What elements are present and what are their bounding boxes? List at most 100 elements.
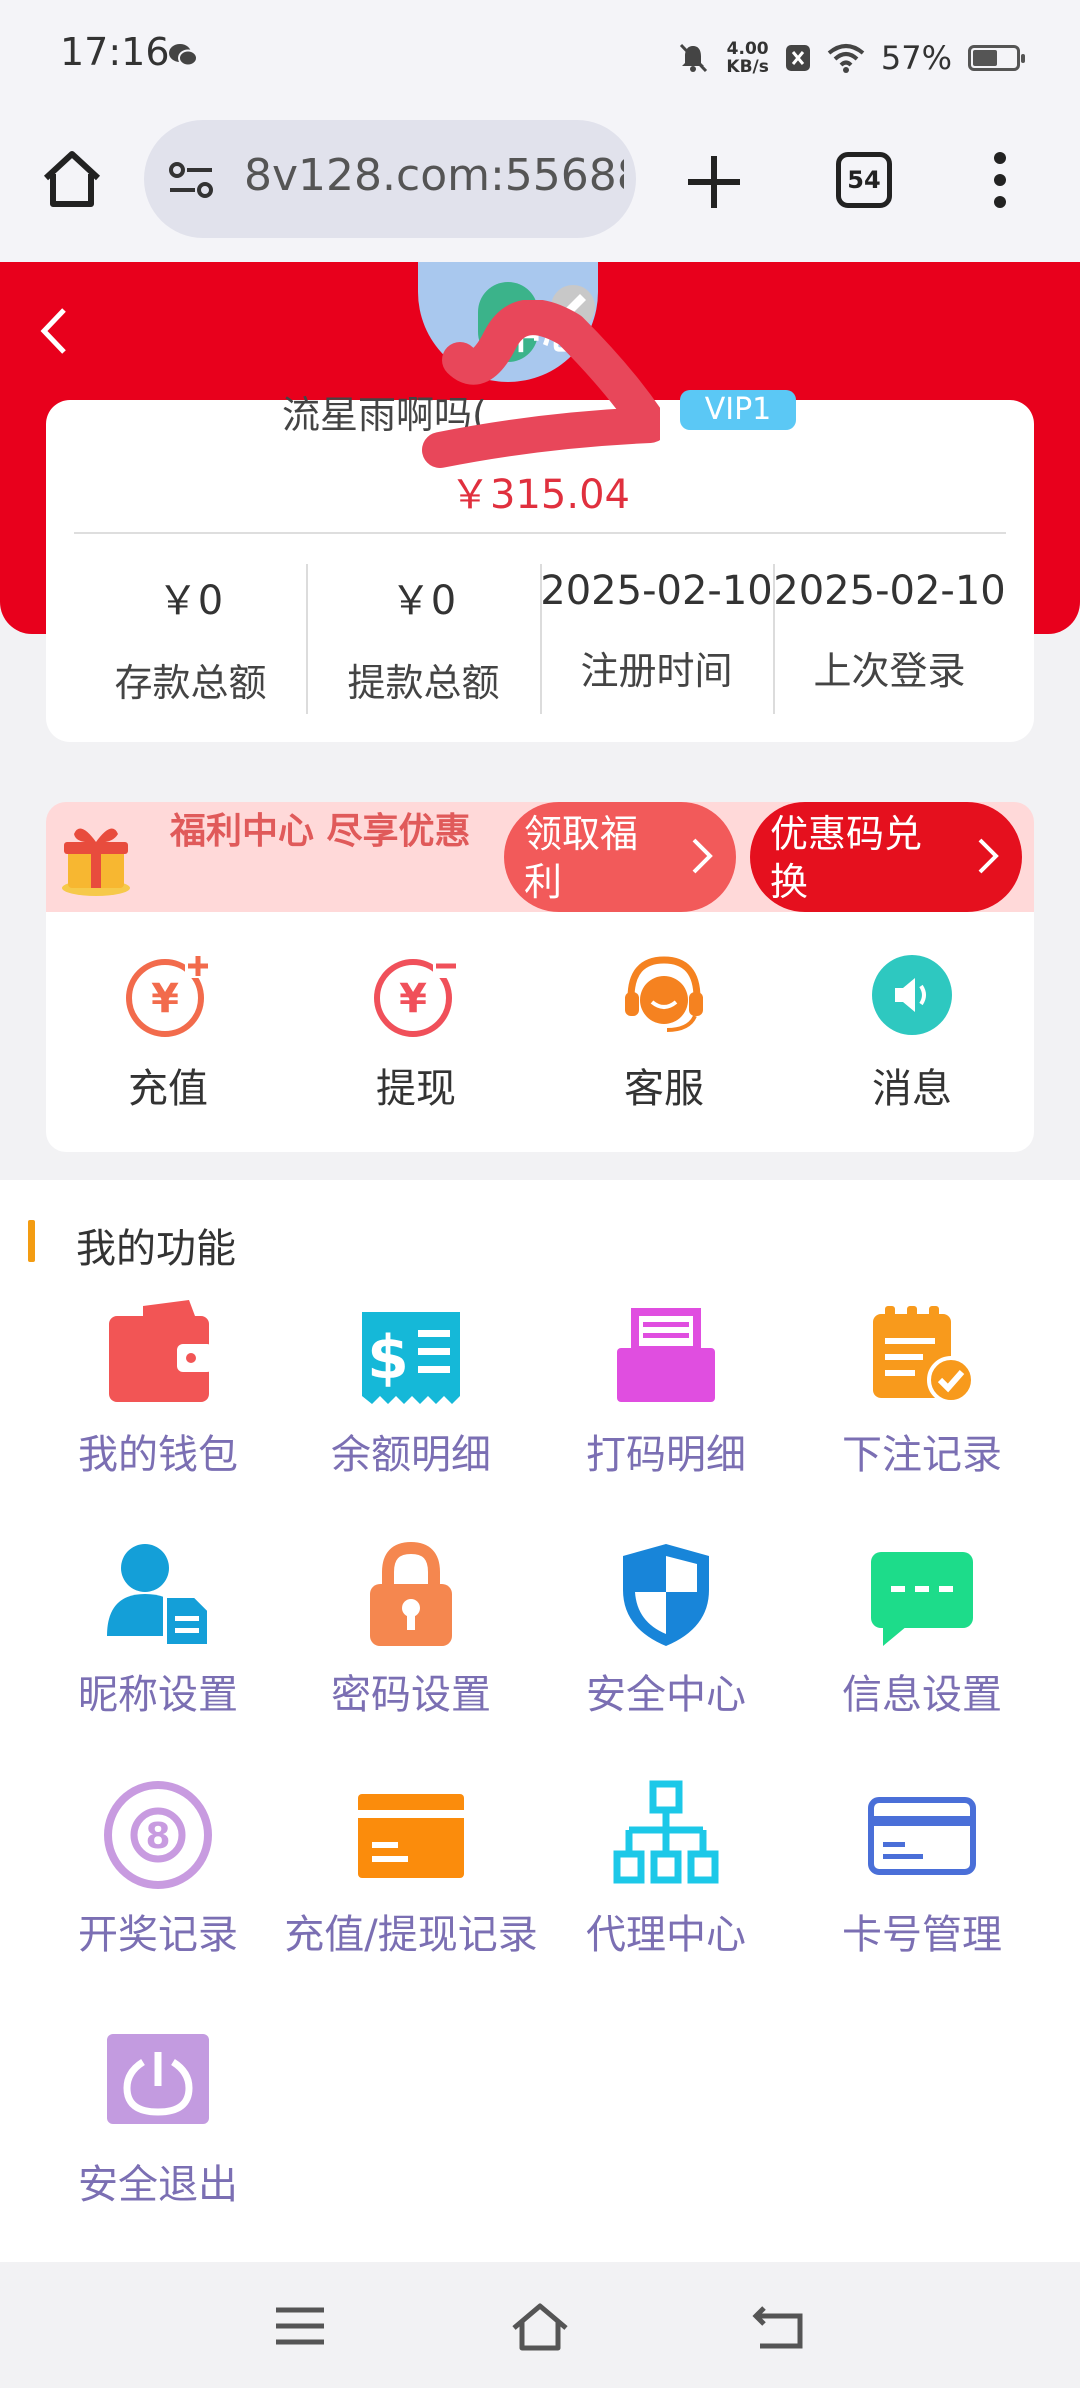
url-text[interactable]: 8v128.com:55688 <box>244 150 624 201</box>
logout-button[interactable]: 安全退出 <box>30 2030 286 2210</box>
redeem-coupon-label: 优惠码兑换 <box>770 812 923 904</box>
battery-percent: 57% <box>880 39 952 77</box>
function-label: 余额明细 <box>331 1432 491 1478</box>
hierarchy-icon <box>613 1780 719 1884</box>
recharge-icon: ¥ <box>126 954 211 1037</box>
new-tab-icon[interactable] <box>680 148 748 216</box>
quick-label: 客服 <box>624 1066 704 1112</box>
clipboard-check-icon <box>873 1306 975 1404</box>
status-time: 17:16 <box>60 30 170 74</box>
security-center-button[interactable]: 安全中心 <box>538 1540 794 1720</box>
function-label: 开奖记录 <box>78 1912 238 1958</box>
function-label: 打码明细 <box>586 1432 746 1478</box>
stat-label: 注册时间 <box>580 649 733 693</box>
stat-value: 2025-02-10 <box>773 568 1006 614</box>
wallet-icon <box>109 1300 213 1402</box>
net-speed-unit: KB/s <box>726 57 769 77</box>
more-menu-icon[interactable] <box>990 150 1010 210</box>
wifi-icon <box>827 44 865 73</box>
status-icons: 4.00 KB/s 57% <box>676 36 1025 80</box>
chevron-right-icon <box>978 838 999 874</box>
stat-value: 2025-02-10 <box>540 568 773 614</box>
stat-value: ￥0 <box>390 578 457 624</box>
vip-badge: VIP1 <box>680 390 796 430</box>
message-settings-button[interactable]: 信息设置 <box>794 1540 1050 1720</box>
power-icon <box>107 2034 209 2124</box>
bet-record-button[interactable]: 下注记录 <box>794 1300 1050 1480</box>
bank-card-icon <box>868 1797 976 1875</box>
card-management-button[interactable]: 卡号管理 <box>794 1780 1050 1960</box>
function-label: 充值/提现记录 <box>284 1912 538 1958</box>
back-icon[interactable] <box>34 306 74 356</box>
account-balance: ￥315.04 <box>450 472 630 518</box>
quick-label: 提现 <box>376 1066 456 1112</box>
function-label: 信息设置 <box>842 1672 1002 1718</box>
stat-register-time: 2025-02-10 注册时间 <box>540 568 773 695</box>
function-label: 安全退出 <box>78 2162 238 2208</box>
function-label: 安全中心 <box>586 1672 746 1718</box>
user-doc-icon <box>107 1544 211 1648</box>
stat-last-login: 2025-02-10 上次登录 <box>773 568 1006 695</box>
printer-icon <box>617 1308 715 1402</box>
section-accent-bar <box>28 1220 35 1262</box>
recharge-button[interactable]: ¥ 充值 <box>68 950 268 1114</box>
agent-center-button[interactable]: 代理中心 <box>538 1780 794 1960</box>
password-settings-button[interactable]: 密码设置 <box>283 1540 539 1720</box>
battery-fill <box>973 50 997 66</box>
transaction-record-button[interactable]: 充值/提现记录 <box>283 1780 539 1960</box>
gift-icon <box>62 828 130 896</box>
nickname-settings-button[interactable]: 昵称设置 <box>30 1540 286 1720</box>
function-label: 密码设置 <box>331 1672 491 1718</box>
chat-bubble-icon <box>871 1552 973 1646</box>
site-settings-icon[interactable] <box>168 158 214 202</box>
stat-label: 上次登录 <box>813 649 966 693</box>
home-icon[interactable] <box>40 148 104 212</box>
quick-label: 消息 <box>872 1066 952 1112</box>
tab-switcher-button[interactable]: 54 <box>836 152 892 208</box>
function-label: 我的钱包 <box>78 1432 238 1478</box>
card-icon <box>358 1794 464 1878</box>
message-icon <box>872 955 952 1035</box>
balance-detail-button[interactable]: $ 余额明细 <box>283 1300 539 1480</box>
net-speed: 4.00 KB/s <box>726 40 768 76</box>
svg-text:8: 8 <box>145 1816 170 1857</box>
wechat-icon <box>169 44 198 67</box>
svg-text:¥: ¥ <box>399 976 427 1022</box>
data-off-icon <box>785 45 810 71</box>
wager-detail-button[interactable]: 打码明细 <box>538 1300 794 1480</box>
customer-service-button[interactable]: 客服 <box>564 950 764 1114</box>
stat-deposit-total: ￥0 存款总额 <box>74 568 307 707</box>
stat-value: ￥0 <box>157 578 224 624</box>
function-label: 昵称设置 <box>78 1672 238 1718</box>
withdraw-button[interactable]: ¥ 提现 <box>316 950 516 1114</box>
shield-icon <box>623 1544 709 1646</box>
lock-icon <box>370 1541 452 1646</box>
lottery-record-button[interactable]: 8 开奖记录 <box>30 1780 286 1960</box>
function-label: 下注记录 <box>842 1432 1002 1478</box>
claim-welfare-button[interactable]: 领取福利 <box>504 802 736 912</box>
welfare-text: 福利中心 尽享优惠 <box>170 811 471 852</box>
wallet-button[interactable]: 我的钱包 <box>30 1300 286 1480</box>
stat-label: 存款总额 <box>114 661 267 705</box>
net-speed-value: 4.00 <box>726 39 769 59</box>
withdraw-icon: ¥ <box>374 954 459 1037</box>
eight-ball-icon: 8 <box>104 1781 212 1889</box>
redaction-scribble <box>422 300 660 468</box>
chevron-right-icon <box>692 838 713 874</box>
battery-icon <box>968 45 1025 71</box>
nav-back-icon[interactable] <box>750 2298 810 2354</box>
redeem-coupon-button[interactable]: 优惠码兑换 <box>750 802 1022 912</box>
claim-welfare-label: 领取福利 <box>524 812 639 904</box>
svg-text:$: $ <box>367 1323 409 1393</box>
nav-home-icon[interactable] <box>510 2298 570 2354</box>
stat-label: 提款总额 <box>347 661 500 705</box>
divider <box>74 532 1006 534</box>
section-title: 我的功能 <box>76 1226 236 1272</box>
mute-icon <box>680 43 708 73</box>
stat-withdraw-total: ￥0 提款总额 <box>307 568 540 707</box>
recents-menu-icon[interactable] <box>270 2298 330 2354</box>
svg-text:¥: ¥ <box>151 976 179 1022</box>
message-button[interactable]: 消息 <box>812 950 1012 1114</box>
receipt-icon: $ <box>362 1312 460 1404</box>
function-label: 代理中心 <box>586 1912 746 1958</box>
